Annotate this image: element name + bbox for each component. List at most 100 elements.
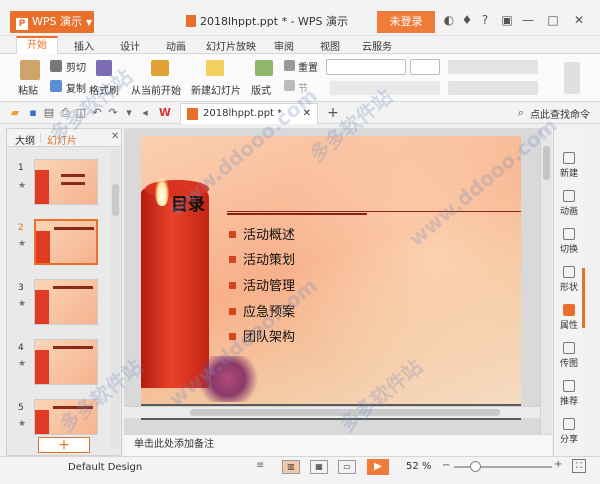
agenda-item[interactable]: 活动管理 [229,275,295,294]
sidebar-animation[interactable]: 动画 [554,190,584,217]
print-icon[interactable]: ⎙ [58,106,72,120]
slide-sorter-icon[interactable]: ▦ [310,460,328,474]
reset-icon[interactable] [284,60,295,71]
vertical-scrollbar[interactable] [540,128,552,434]
paste-icon[interactable] [20,60,40,80]
bullet-icon [229,282,236,289]
document-tab[interactable]: 2018lhppt.ppt * ✕ [180,103,318,124]
sidebar-shape[interactable]: 形状 [554,266,584,293]
sidebar-upload-image[interactable]: 传图 [554,342,584,369]
maximize-icon[interactable]: □ [545,12,561,28]
copy-icon[interactable] [50,80,62,92]
section-button[interactable]: 节 [298,80,308,95]
layout-button[interactable]: 版式 [251,82,271,97]
slide-thumbnail-3[interactable] [34,279,98,325]
tab-animation[interactable]: 动画 [166,38,186,53]
command-search[interactable]: 点此查找命令 [530,106,590,121]
sidebar-transition[interactable]: 切换 [554,228,584,255]
play-from-current-icon[interactable] [151,60,169,76]
search-icon[interactable]: ⌕ [514,106,528,120]
close-tab-icon[interactable]: ✕ [303,104,311,124]
fit-window-icon[interactable]: ⛶ [572,459,586,473]
reset-button[interactable]: 重置 [298,59,318,74]
agenda-item[interactable]: 活动概述 [229,224,295,243]
tab-home[interactable]: 开始 [16,36,58,55]
slide-title[interactable]: 目录 [171,190,205,215]
undo-icon[interactable]: ↶ [90,106,104,120]
zoom-level[interactable]: 52 % [406,461,431,472]
new-tab-button[interactable]: + [326,106,340,120]
restore-icon[interactable]: ▣ [499,12,515,28]
close-panel-icon[interactable]: ✕ [111,131,119,142]
export-icon[interactable]: ▤ [42,106,56,120]
reading-view-icon[interactable]: ▭ [338,460,356,474]
animation-icon [563,190,575,202]
from-current-button[interactable]: 从当前开始 [131,82,181,97]
save-icon[interactable]: ▪ [26,106,40,120]
tab-insert[interactable]: 插入 [74,38,94,53]
zoom-slider[interactable] [454,466,552,468]
tab-slideshow[interactable]: 幻灯片放映 [206,38,256,53]
slide-editor[interactable]: 目录 活动概述 活动策划 活动管理 应急预案 团队架构 [141,136,521,420]
zoom-out-button[interactable]: − [442,460,450,471]
tab-view[interactable]: 视图 [320,38,340,53]
redo-icon[interactable]: ↷ [106,106,120,120]
chevron-down-icon[interactable]: ▾ [122,106,136,120]
add-slide-button[interactable]: + [38,437,90,453]
agenda-item[interactable]: 团队架构 [229,326,295,345]
notes-pane[interactable]: 单击此处添加备注 [124,434,552,456]
wps-w-icon[interactable]: W [158,106,172,120]
agenda-item-text: 应急预案 [243,305,296,320]
sidebar-share[interactable]: 分享 [554,418,584,445]
slide-thumbnail-4[interactable] [34,339,98,385]
notes-toggle-icon[interactable]: ≡ [256,460,264,471]
alignment-tools-icon[interactable] [448,81,538,95]
tab-cloud[interactable]: 云服务 [362,38,392,53]
font-size-dropdown[interactable] [410,59,440,75]
agenda-item[interactable]: 活动策划 [229,249,295,268]
skin-icon[interactable]: ◐ [441,12,457,28]
sidebar-recommend[interactable]: 推荐 [554,380,584,407]
slide-thumbnail-1[interactable] [34,159,98,205]
scissors-icon[interactable] [50,60,62,72]
login-button[interactable]: 未登录 [377,11,435,33]
font-name-dropdown[interactable] [326,59,406,75]
help-icon[interactable]: ? [477,12,493,28]
chevron-left-icon[interactable]: ◂ [138,106,152,120]
text-format-tools-icon[interactable] [330,81,440,95]
normal-view-icon[interactable]: ▥ [282,460,300,474]
app-menu-button[interactable]: P WPS 演示 ▼ [10,11,94,33]
layout-icon[interactable] [255,60,273,76]
close-icon[interactable]: ✕ [571,12,587,28]
cut-button[interactable]: 剪切 [66,59,86,74]
tab-design[interactable]: 设计 [120,38,140,53]
paragraph-tools-icon[interactable] [448,60,538,74]
agenda-item[interactable]: 应急预案 [229,301,295,320]
zoom-slider-handle[interactable] [470,461,481,472]
horizontal-scrollbar[interactable] [124,406,540,418]
sidebar-properties[interactable]: 属性 [554,304,584,331]
format-painter-icon[interactable] [96,60,112,76]
bullet-icon [229,333,236,340]
slide-thumbnail-2[interactable] [34,219,98,265]
slide-thumbnail-5[interactable] [34,399,98,435]
section-icon[interactable] [284,80,295,91]
zoom-in-button[interactable]: + [554,459,562,470]
new-slide-button[interactable]: 新建幻灯片 [191,82,241,97]
format-painter-button[interactable]: 格式刷 [89,82,119,97]
text-box-icon[interactable] [564,62,580,94]
ppt-file-icon [186,15,196,27]
tab-outline[interactable]: 大纲 [15,132,35,147]
paste-button[interactable]: 粘贴 [18,82,38,97]
minimize-icon[interactable]: — [520,12,536,28]
panel-scrollbar[interactable] [111,149,120,449]
tab-review[interactable]: 审阅 [274,38,294,53]
new-slide-icon[interactable] [206,60,224,76]
preview-icon[interactable]: ◫ [74,106,88,120]
open-folder-icon[interactable]: ▰ [8,106,22,120]
shirt-icon[interactable]: ♦ [459,12,475,28]
sidebar-new[interactable]: 新建 [554,152,584,179]
play-icon[interactable]: ▶ [367,459,389,475]
tab-slides[interactable]: 幻灯片 [47,132,77,147]
copy-button[interactable]: 复制 [66,80,86,95]
